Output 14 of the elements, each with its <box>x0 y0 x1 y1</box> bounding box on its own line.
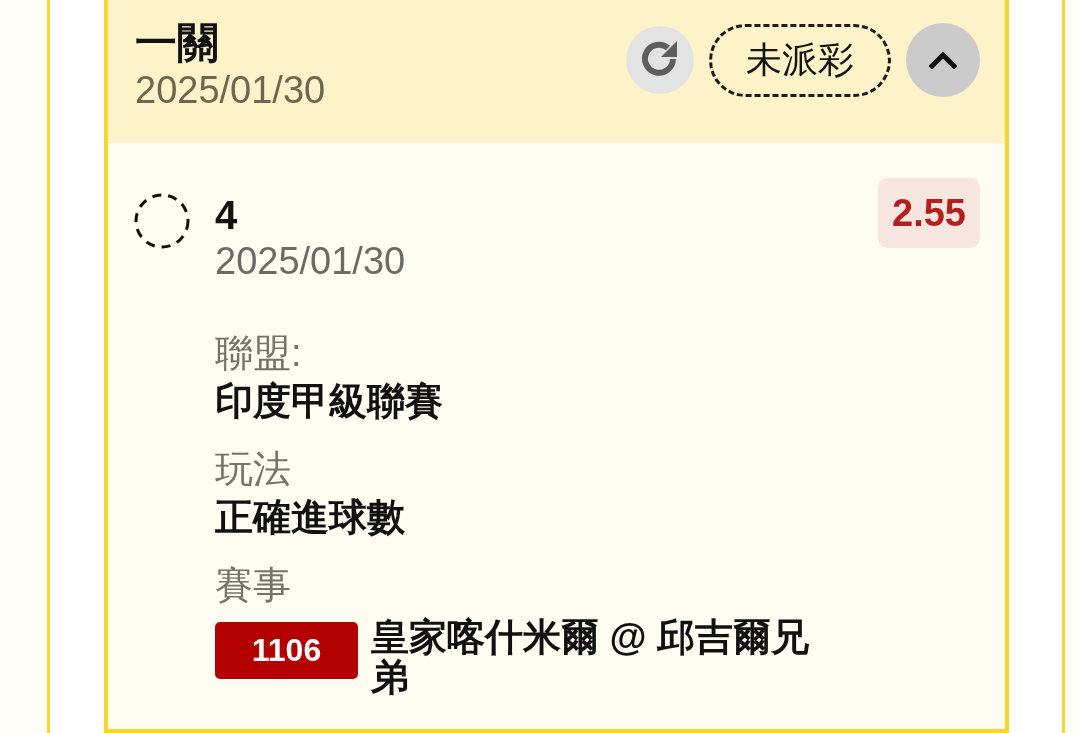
chevron-up-icon <box>929 51 957 69</box>
detail-label: 賽事 <box>215 563 292 608</box>
match-code: 1106 <box>215 622 358 679</box>
selection-date: 2025/01/30 <box>215 239 407 283</box>
bet-type-title: 一關 <box>135 18 220 68</box>
odds-value: 2.55 <box>878 178 980 248</box>
detail-label: 玩法 <box>215 447 292 492</box>
detail-value: 印度甲級聯賽 <box>215 379 444 424</box>
status-pill: 未派彩 <box>709 23 891 97</box>
bet-date: 2025/01/30 <box>135 68 326 112</box>
selection-value: 4 <box>215 192 239 239</box>
match-teams: 皇家喀什米爾 @ 邱吉爾兄弟 <box>371 617 811 697</box>
detail-label: 聯盟: <box>215 331 303 376</box>
detail-value: 正確進球數 <box>215 495 406 540</box>
